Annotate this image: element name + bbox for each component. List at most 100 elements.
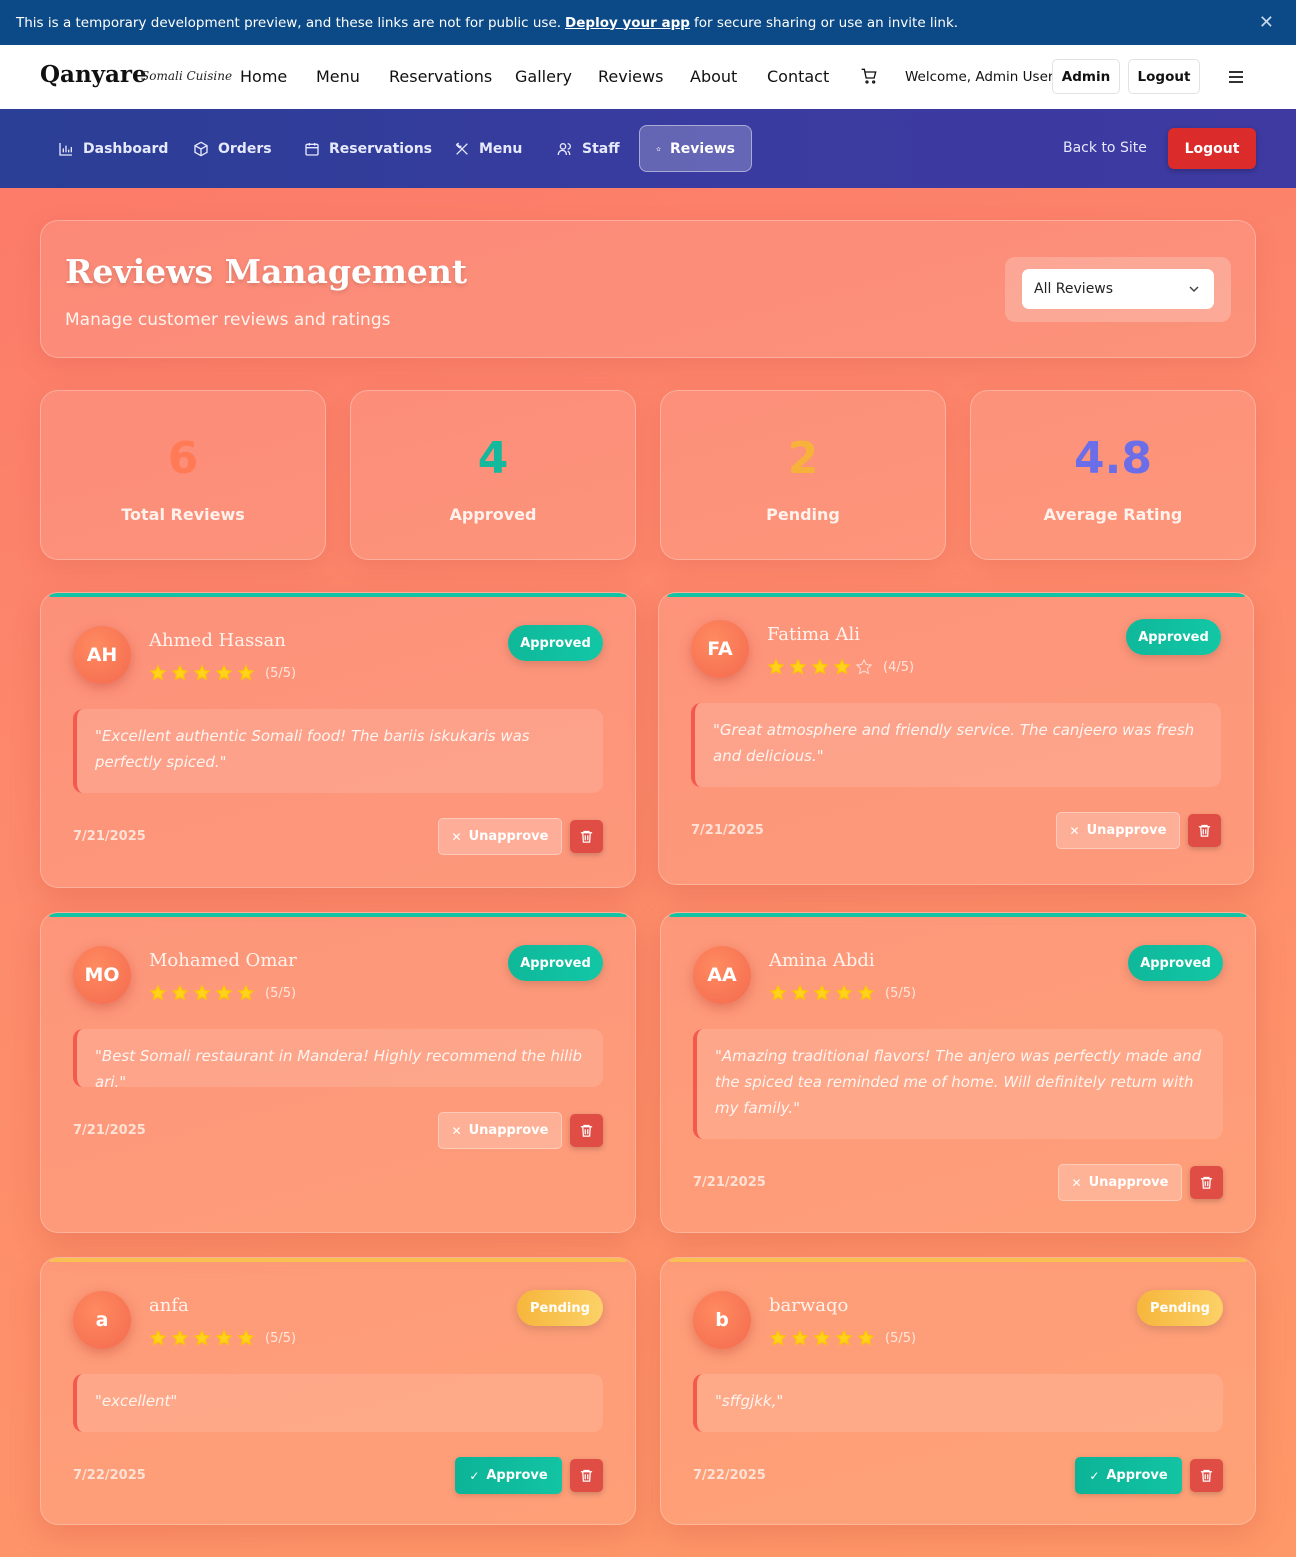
calendar-icon	[305, 142, 319, 156]
tab-label: Dashboard	[83, 140, 169, 157]
admin-button[interactable]: Admin	[1052, 59, 1120, 94]
tab-orders[interactable]: Orders	[177, 125, 288, 172]
status-badge: Approved	[508, 625, 603, 661]
star-filled-icon	[813, 984, 831, 1001]
hamburger-icon[interactable]	[1229, 71, 1243, 86]
star-filled-icon	[171, 664, 189, 681]
x-icon: ✕	[451, 1123, 462, 1138]
tab-dashboard[interactable]: Dashboard	[42, 125, 184, 172]
review-date: 7/21/2025	[73, 1123, 146, 1138]
avatar: FA	[691, 620, 749, 678]
delete-button[interactable]	[1190, 1166, 1223, 1199]
review-date: 7/21/2025	[691, 823, 764, 838]
delete-button[interactable]	[1188, 814, 1221, 847]
star-rating: (4/5)	[767, 658, 914, 676]
admin-logout-button[interactable]: Logout	[1168, 128, 1256, 169]
delete-button[interactable]	[570, 1459, 603, 1492]
star-filled-icon	[857, 984, 875, 1001]
banner-text: This is a temporary development preview,…	[16, 14, 562, 31]
site-navbar: Qanyare Somali Cuisine Home Menu Reserva…	[0, 45, 1296, 109]
status-accent-line	[669, 1258, 1247, 1262]
package-icon	[194, 141, 208, 156]
star-filled-icon	[149, 984, 167, 1001]
star-filled-icon	[835, 984, 853, 1001]
trash-icon	[580, 1124, 593, 1137]
review-filter-select[interactable]: All Reviews	[1022, 269, 1214, 309]
unapprove-button[interactable]: ✕ Unapprove	[438, 818, 562, 855]
unapprove-button[interactable]: ✕ Unapprove	[1058, 1164, 1182, 1201]
star-icon	[656, 146, 661, 151]
delete-button[interactable]	[570, 1114, 603, 1147]
star-filled-icon	[791, 1329, 809, 1346]
button-label: Approve	[1106, 1468, 1168, 1483]
unapprove-button[interactable]: ✕ Unapprove	[438, 1112, 562, 1149]
tab-staff[interactable]: Staff	[541, 125, 636, 172]
star-rating: (5/5)	[769, 1329, 916, 1347]
stat-average-label: Average Rating	[1043, 505, 1183, 524]
status-badge: Approved	[508, 945, 603, 981]
delete-button[interactable]	[1190, 1459, 1223, 1492]
review-text: "Great atmosphere and friendly service. …	[691, 703, 1221, 787]
star-filled-icon	[193, 1329, 211, 1346]
welcome-text: Welcome, Admin User	[905, 69, 1054, 85]
nav-link-gallery[interactable]: Gallery	[515, 67, 572, 86]
approve-button[interactable]: ✓ Approve	[1075, 1457, 1182, 1494]
utensils-icon	[455, 142, 468, 155]
back-to-site-link[interactable]: Back to Site	[1063, 140, 1147, 156]
nav-link-contact[interactable]: Contact	[767, 67, 829, 86]
close-icon[interactable]: ✕	[1259, 12, 1274, 33]
approve-button[interactable]: ✓ Approve	[455, 1457, 562, 1494]
tab-label: Reviews	[670, 140, 735, 157]
star-filled-icon	[811, 658, 829, 675]
reviewer-name: anfa	[149, 1295, 189, 1316]
tab-label: Reservations	[329, 140, 432, 157]
bar-chart-icon	[59, 142, 72, 156]
button-label: Unapprove	[468, 829, 549, 844]
star-filled-icon	[813, 1329, 831, 1346]
nav-link-about[interactable]: About	[690, 67, 737, 86]
star-filled-icon	[193, 984, 211, 1001]
nav-link-menu[interactable]: Menu	[316, 67, 360, 86]
users-icon	[557, 142, 571, 155]
deploy-app-link[interactable]: Deploy your app	[565, 15, 690, 31]
status-accent-line	[669, 913, 1247, 917]
delete-button[interactable]	[570, 820, 603, 853]
reviewer-name: Ahmed Hassan	[149, 630, 286, 651]
avatar: b	[693, 1291, 751, 1349]
review-text: "Excellent authentic Somali food! The ba…	[73, 709, 603, 793]
trash-icon	[580, 830, 593, 843]
reviewer-name: Fatima Ali	[767, 624, 861, 645]
tab-menu[interactable]: Menu	[438, 125, 538, 172]
nav-link-reviews[interactable]: Reviews	[598, 67, 663, 86]
trash-icon	[580, 1469, 593, 1482]
button-label: Approve	[486, 1468, 548, 1483]
tab-reservations[interactable]: Reservations	[288, 125, 448, 172]
stat-average-value: 4.8	[1074, 433, 1152, 484]
star-filled-icon	[237, 1329, 255, 1346]
stat-total-label: Total Reviews	[121, 505, 245, 524]
brand-logo[interactable]: Qanyare	[40, 61, 147, 88]
nav-link-reservations[interactable]: Reservations	[389, 67, 492, 86]
reviewer-name: Mohamed Omar	[149, 950, 297, 971]
star-filled-icon	[835, 1329, 853, 1346]
avatar: AA	[693, 946, 751, 1004]
star-rating: (5/5)	[769, 984, 916, 1002]
avatar: a	[73, 1291, 131, 1349]
tab-reviews[interactable]: Reviews	[639, 125, 752, 172]
chevron-down-icon	[1189, 286, 1199, 293]
trash-icon	[1198, 824, 1211, 837]
star-empty-icon	[855, 658, 873, 675]
reviewer-name: barwaqo	[769, 1295, 849, 1316]
review-text: "Best Somali restaurant in Mandera! High…	[73, 1029, 603, 1091]
site-logout-button[interactable]: Logout	[1128, 59, 1200, 94]
status-accent-line	[49, 593, 627, 597]
star-filled-icon	[769, 984, 787, 1001]
nav-link-home[interactable]: Home	[240, 67, 287, 86]
unapprove-button[interactable]: ✕ Unapprove	[1056, 812, 1180, 849]
check-icon: ✓	[1089, 1468, 1100, 1483]
star-filled-icon	[171, 984, 189, 1001]
cart-icon[interactable]	[861, 68, 877, 84]
stat-pending-value: 2	[787, 433, 819, 484]
star-filled-icon	[171, 1329, 189, 1346]
tab-label: Menu	[479, 140, 523, 157]
